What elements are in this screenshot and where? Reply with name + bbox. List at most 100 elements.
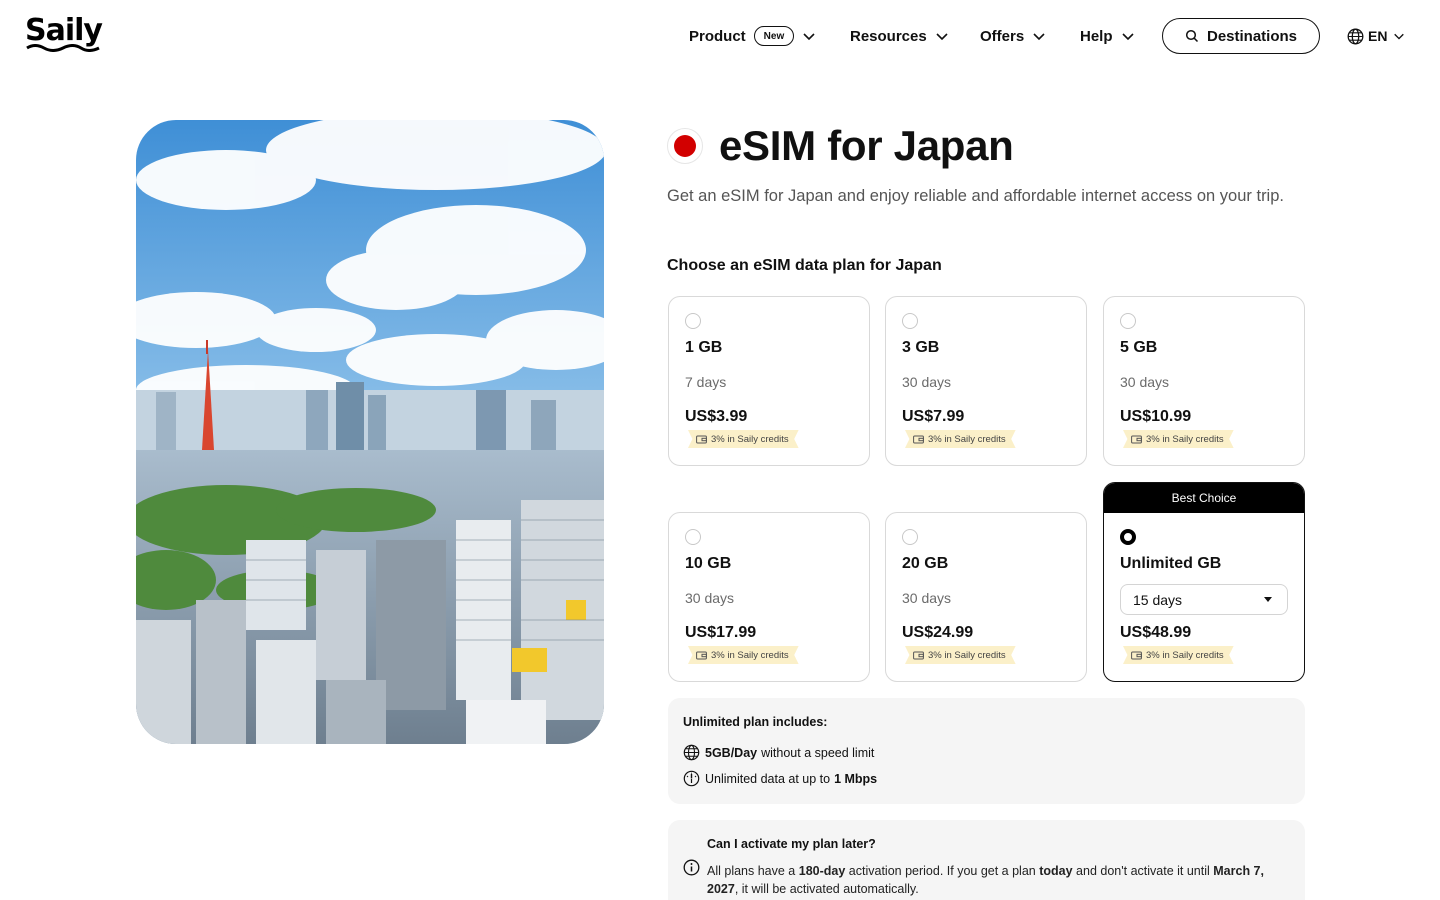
plan-radio-selected[interactable] (1120, 529, 1136, 545)
japan-flag-icon (667, 128, 703, 164)
plan-duration: 7 days (685, 374, 727, 390)
plan-card[interactable]: 1 GB 7 days US$3.99 3% in Saily credits (668, 296, 870, 466)
faq-question: Can I activate my plan later? (707, 837, 876, 851)
chevron-down-icon (1394, 33, 1405, 40)
credit-badge: 3% in Saily credits (688, 430, 799, 448)
plan-data: 1 GB (685, 339, 723, 356)
nav-help[interactable]: Help (1080, 18, 1135, 54)
language-label: EN (1368, 28, 1388, 44)
info-icon (683, 859, 700, 876)
faq-answer-text: and don't activate it until (1076, 864, 1210, 878)
plan-price: US$48.99 (1120, 624, 1192, 641)
plan-radio[interactable] (685, 313, 701, 329)
language-selector[interactable]: EN (1347, 18, 1405, 54)
nav-offers-label: Offers (980, 27, 1025, 45)
credit-badge: 3% in Saily credits (1123, 646, 1234, 664)
plan-data: 10 GB (685, 555, 732, 572)
credit-badge: 3% in Saily credits (1123, 430, 1234, 448)
globe-icon (1347, 28, 1364, 44)
new-badge: New (753, 26, 795, 46)
globe-speed-icon (683, 744, 700, 761)
plan-radio[interactable] (1120, 313, 1136, 329)
plan-duration: 30 days (1120, 374, 1170, 390)
activation-info-panel: Can I activate my plan later? All plans … (668, 820, 1305, 900)
unlimited-feature-text: Unlimited data at up to (705, 771, 831, 786)
credit-text: 3% in Saily credits (711, 433, 789, 445)
plan-card[interactable]: 10 GB 30 days US$17.99 3% in Saily credi… (668, 512, 870, 682)
tokyo-skyline-image (136, 120, 604, 744)
plan-radio[interactable] (902, 529, 918, 545)
logo-wave-icon (26, 44, 100, 52)
faq-answer: All plans have a 180-day activation peri… (707, 862, 1277, 898)
credit-badge: 3% in Saily credits (688, 646, 799, 664)
plan-duration: 30 days (902, 374, 952, 390)
faq-answer-bold: 180-day (798, 864, 846, 878)
faq-answer-text: , it will be activated automatically. (734, 882, 919, 896)
wallet-icon (696, 435, 707, 443)
chevron-down-icon (803, 33, 815, 41)
wallet-icon (913, 651, 924, 659)
speedometer-icon (683, 770, 700, 787)
plan-radio[interactable] (685, 529, 701, 545)
duration-select[interactable]: 15 days (1120, 584, 1288, 615)
wallet-icon (696, 651, 707, 659)
credit-text: 3% in Saily credits (1146, 433, 1224, 445)
chevron-down-icon (1033, 33, 1045, 41)
unlimited-info-panel: Unlimited plan includes: 5GB/Day without… (668, 698, 1305, 804)
unlimited-feature-bold: 1 Mbps (834, 771, 878, 786)
plans-heading: Choose an eSIM data plan for Japan (667, 257, 942, 274)
chevron-down-icon (1121, 33, 1134, 41)
chevron-down-icon (936, 33, 948, 41)
faq-answer-bold: today (1039, 864, 1073, 878)
credit-text: 3% in Saily credits (928, 649, 1006, 661)
plan-price: US$3.99 (685, 408, 748, 425)
plan-price: US$7.99 (902, 408, 965, 425)
plan-price: US$24.99 (902, 624, 974, 641)
duration-select-value: 15 days (1133, 591, 1183, 608)
wallet-icon (913, 435, 924, 443)
faq-answer-text: All plans have a (707, 864, 796, 878)
unlimited-feature-row: Unlimited data at up to 1 Mbps (683, 770, 877, 787)
plan-data: 5 GB (1120, 339, 1158, 356)
plan-card[interactable]: 20 GB 30 days US$24.99 3% in Saily credi… (885, 512, 1087, 682)
plan-data: 3 GB (902, 339, 940, 356)
unlimited-info-heading: Unlimited plan includes: (683, 715, 828, 729)
search-icon (1185, 29, 1199, 43)
credit-badge: 3% in Saily credits (905, 646, 1016, 664)
credit-text: 3% in Saily credits (711, 649, 789, 661)
destinations-label: Destinations (1206, 27, 1297, 45)
nav-resources-label: Resources (850, 27, 927, 45)
unlimited-feature-bold: 5GB/Day (705, 745, 758, 760)
credit-text: 3% in Saily credits (928, 433, 1006, 445)
nav-resources[interactable]: Resources (850, 18, 949, 54)
destinations-button[interactable]: Destinations (1162, 18, 1320, 54)
wallet-icon (1131, 435, 1142, 443)
caret-down-icon (1264, 597, 1272, 602)
unlimited-feature-text: without a speed limit (761, 745, 875, 760)
nav-product-label: Product (689, 27, 746, 45)
best-choice-badge: Best Choice (1104, 483, 1304, 513)
wallet-icon (1131, 651, 1142, 659)
plan-card[interactable]: 5 GB 30 days US$10.99 3% in Saily credit… (1103, 296, 1305, 466)
plan-data: 20 GB (902, 555, 949, 572)
plan-radio[interactable] (902, 313, 918, 329)
plan-card-selected[interactable]: Best Choice Unlimited GB 15 days US$48.9… (1103, 482, 1305, 682)
plan-price: US$10.99 (1120, 408, 1192, 425)
credit-text: 3% in Saily credits (1146, 649, 1224, 661)
page-subtitle: Get an eSIM for Japan and enjoy reliable… (667, 187, 1284, 205)
plan-duration: 30 days (902, 590, 952, 606)
nav-offers[interactable]: Offers (980, 18, 1046, 54)
page-title: eSIM for Japan (719, 122, 1014, 169)
nav-help-label: Help (1080, 27, 1113, 45)
saily-logo[interactable]: Saily (25, 16, 103, 56)
faq-answer-text: activation period. If you get a plan (848, 864, 1036, 878)
credit-badge: 3% in Saily credits (905, 430, 1016, 448)
logo-text: Saily (25, 13, 103, 48)
plan-price: US$17.99 (685, 624, 757, 641)
nav-product[interactable]: Product New (689, 18, 816, 54)
site-header: Saily Product New Resources Offers Help … (0, 0, 1440, 72)
plan-card[interactable]: 3 GB 30 days US$7.99 3% in Saily credits (885, 296, 1087, 466)
plan-duration: 30 days (685, 590, 735, 606)
plan-data: Unlimited GB (1120, 555, 1222, 572)
unlimited-feature-row: 5GB/Day without a speed limit (683, 744, 874, 761)
